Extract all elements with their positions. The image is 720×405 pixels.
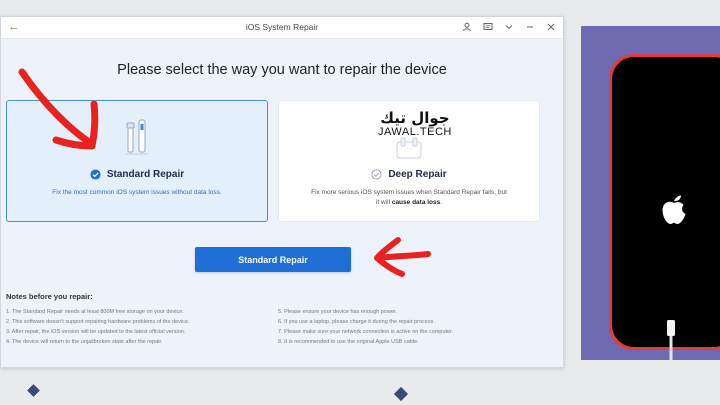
standard-repair-card[interactable]: Standard Repair Fix the most common iOS … xyxy=(6,100,268,222)
standard-repair-button[interactable]: Standard Repair xyxy=(195,247,351,272)
standard-repair-title: Standard Repair xyxy=(106,169,185,180)
standard-repair-title-row: Standard Repair xyxy=(7,169,267,180)
selected-check-icon xyxy=(90,169,101,180)
notes-right-column: 5. Please ensure your device has enough … xyxy=(278,307,558,347)
unselected-check-icon xyxy=(371,169,382,180)
watermark: جوال تيك JAWAL.TECH xyxy=(378,110,452,139)
chevron-down-icon[interactable] xyxy=(503,21,515,33)
user-icon[interactable] xyxy=(461,21,473,33)
note-item: 6. If you use a laptop, please charge it… xyxy=(278,319,435,325)
title-bar: ← iOS System Repair xyxy=(1,17,563,39)
note-item: 2. This software doesn't support repairi… xyxy=(6,319,190,325)
page-heading: Please select the way you want to repair… xyxy=(117,62,447,78)
deep-repair-title-row: Deep Repair xyxy=(279,169,539,180)
watermark-arabic: جوال تيك xyxy=(380,109,450,127)
usb-cable xyxy=(667,320,675,360)
deep-repair-title: Deep Repair xyxy=(388,169,447,180)
repair-tools-icon xyxy=(126,119,148,155)
app-window: ← iOS System Repair Please select the wa… xyxy=(0,16,564,368)
note-item: 1. The Standard Repair needs at least 80… xyxy=(6,309,184,315)
window-controls xyxy=(461,21,557,33)
note-item: 5. Please ensure your device has enough … xyxy=(278,309,397,315)
apple-logo-icon xyxy=(662,195,686,224)
message-icon[interactable] xyxy=(482,21,494,33)
slide-marker xyxy=(393,386,409,402)
note-item: 3. After repair, the iOS version will be… xyxy=(6,329,186,335)
minimize-icon[interactable] xyxy=(524,21,536,33)
note-item: 7. Please make sure your network connect… xyxy=(278,329,454,335)
slide-marker xyxy=(27,384,40,397)
phone-photo xyxy=(581,26,720,360)
standard-repair-description: Fix the most common iOS system issues wi… xyxy=(52,189,222,196)
iphone-screen xyxy=(612,57,720,347)
note-item: 4. The device will return to the unjailb… xyxy=(6,339,163,345)
notes-left-column: 1. The Standard Repair needs at least 80… xyxy=(6,307,268,347)
deep-repair-desc-suffix: . xyxy=(440,198,443,206)
deep-repair-description: Fix more serious iOS system issues when … xyxy=(309,188,509,207)
watermark-latin: JAWAL.TECH xyxy=(378,126,452,138)
notes-title: Notes before you repair: xyxy=(6,292,93,301)
iphone-device xyxy=(609,54,720,350)
deep-repair-desc-bold: cause data loss xyxy=(391,198,441,206)
close-icon[interactable] xyxy=(545,21,557,33)
note-item: 8. It is recommended to use the original… xyxy=(278,339,419,345)
